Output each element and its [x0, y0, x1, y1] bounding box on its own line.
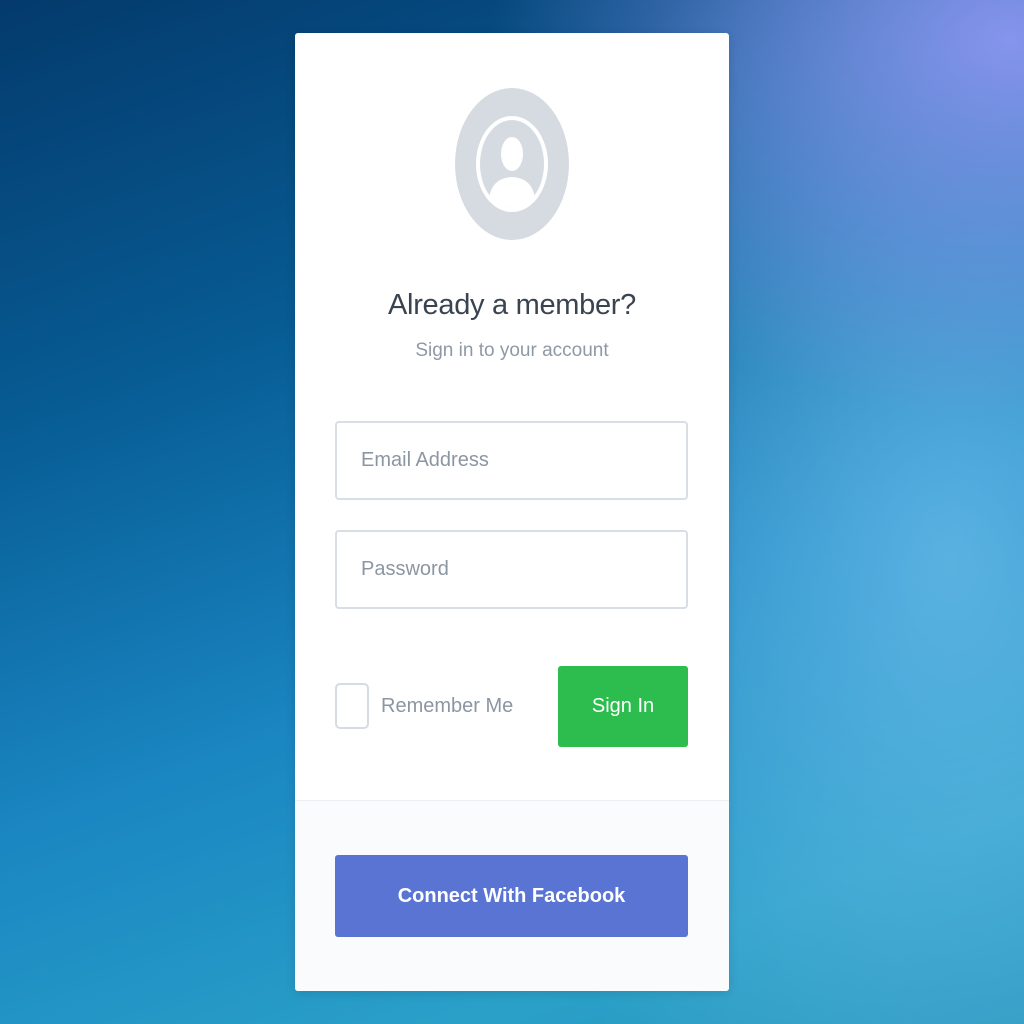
- password-field[interactable]: [335, 530, 688, 609]
- avatar-graphic: [476, 116, 548, 212]
- page-subtitle: Sign in to your account: [415, 340, 609, 361]
- email-field[interactable]: [335, 421, 688, 500]
- page-title: Already a member?: [388, 289, 636, 321]
- user-avatar-icon: [455, 88, 569, 240]
- login-card: Already a member? Sign in to your accoun…: [295, 33, 729, 991]
- card-footer: Connect With Facebook: [295, 800, 729, 991]
- remember-me-checkbox[interactable]: [335, 683, 369, 729]
- remember-me-toggle[interactable]: Remember Me: [335, 681, 513, 731]
- sign-in-button[interactable]: Sign In: [558, 666, 688, 747]
- connect-facebook-button[interactable]: Connect With Facebook: [335, 855, 688, 937]
- remember-me-label: Remember Me: [381, 694, 514, 717]
